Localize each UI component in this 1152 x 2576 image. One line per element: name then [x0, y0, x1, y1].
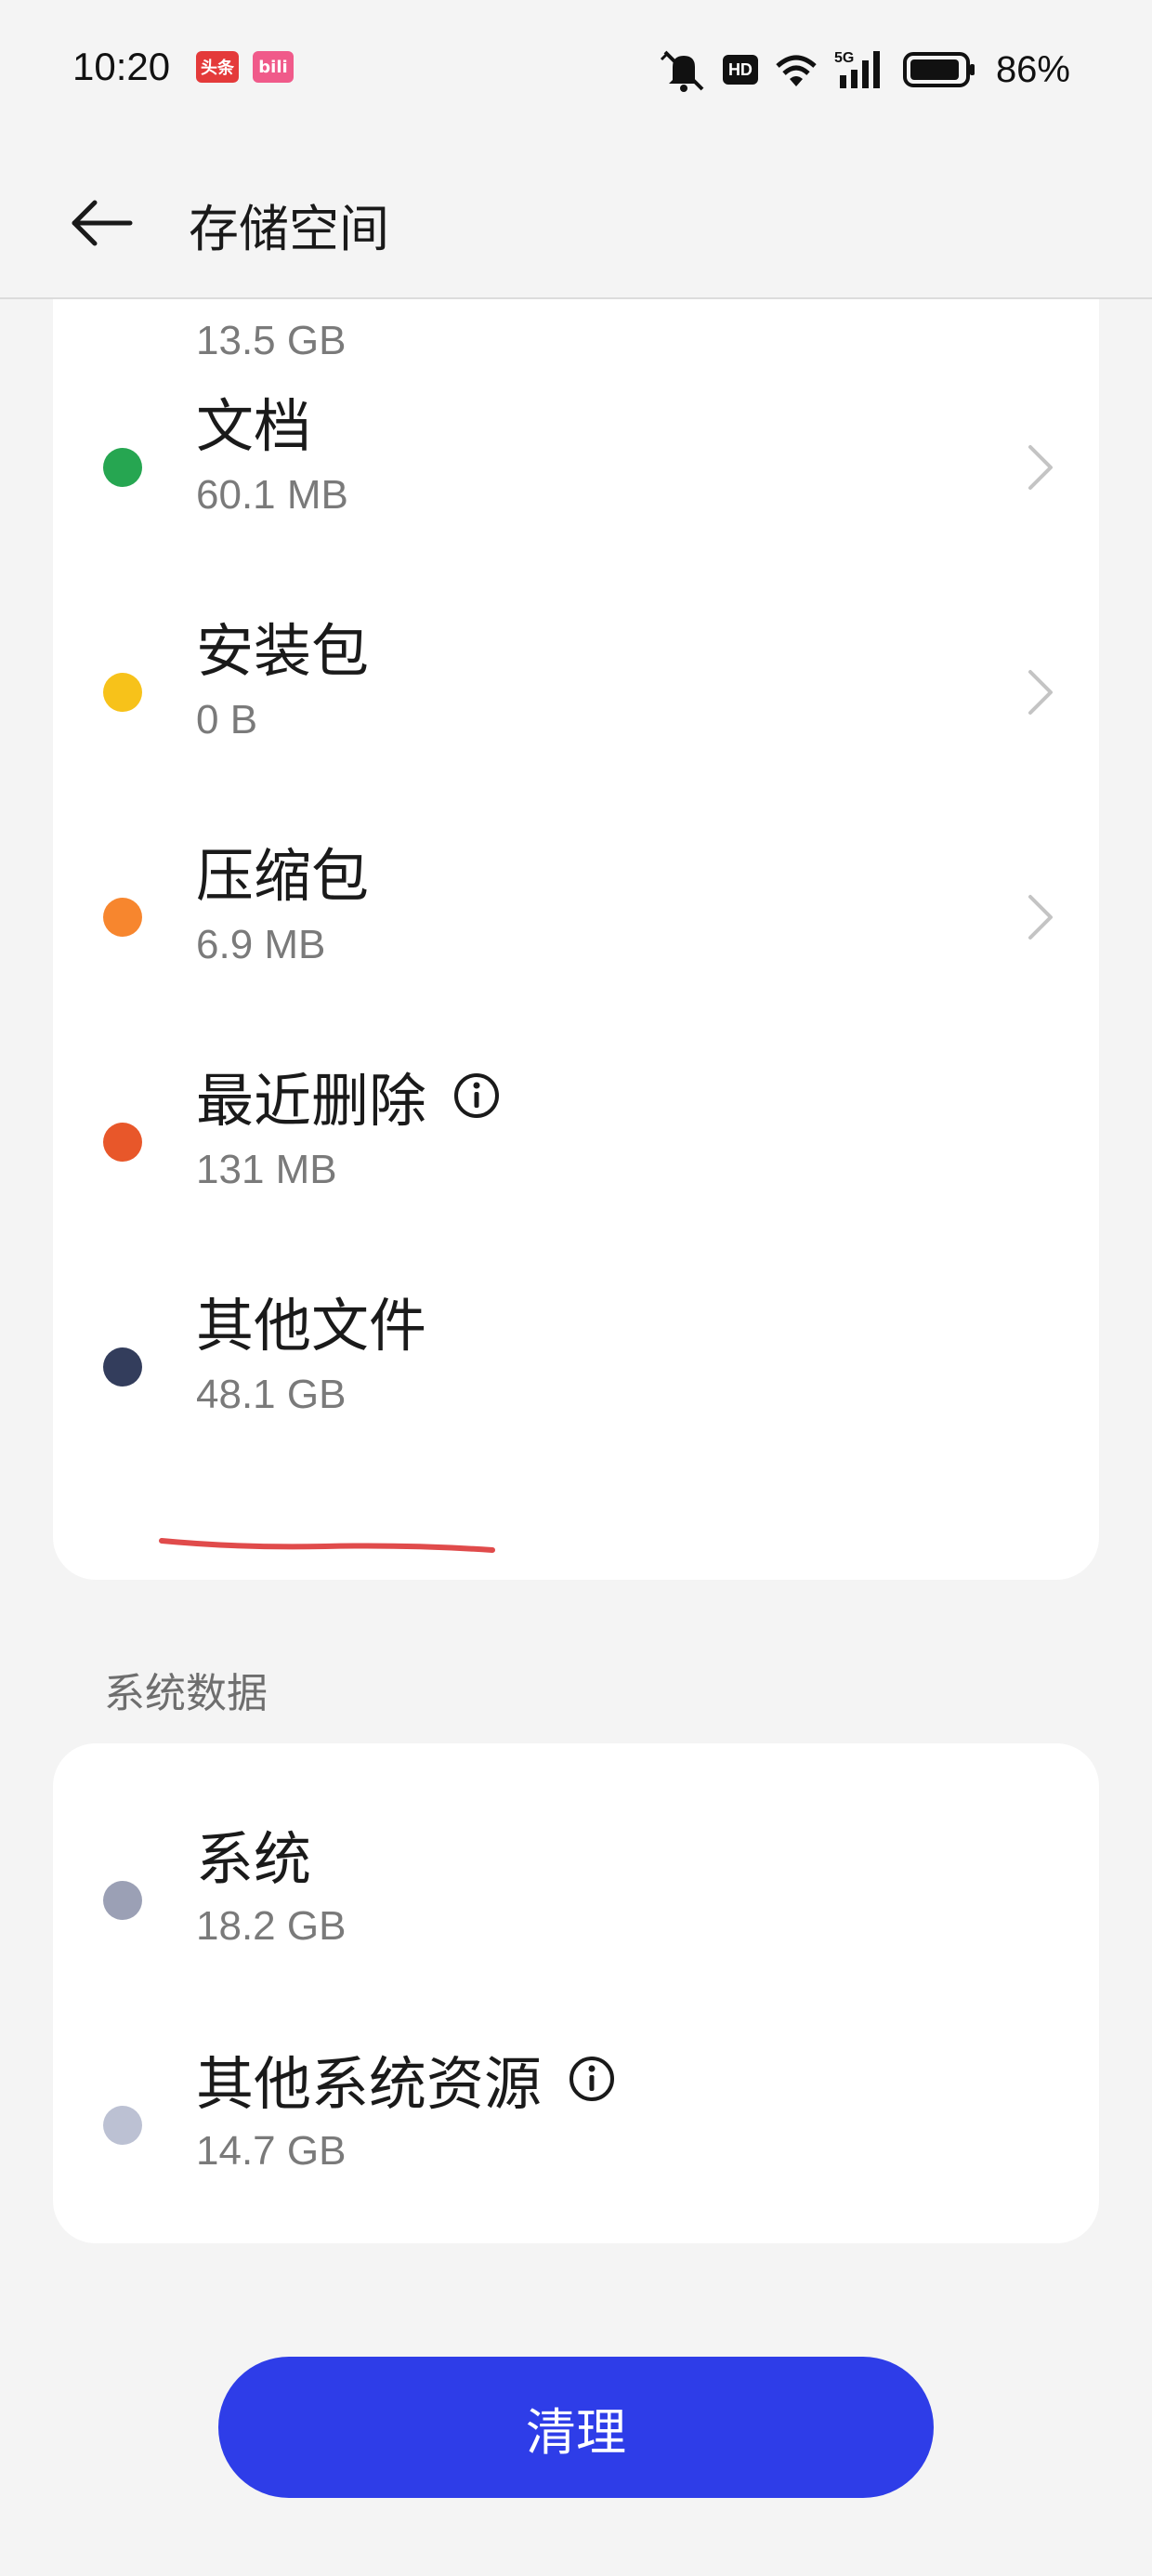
category-title: 系统 — [196, 1825, 312, 1893]
category-title: 其他文件 — [196, 1292, 427, 1360]
category-size: 131 MB — [196, 1147, 337, 1192]
wifi-icon — [776, 55, 817, 86]
category-color-dot — [103, 1347, 142, 1387]
red-underline-annotation — [159, 1538, 495, 1553]
category-title: 其他系统资源 — [196, 2037, 616, 2121]
file-category-row[interactable]: 最近删除 131 MB — [53, 998, 1099, 1223]
mute-bell-icon — [660, 50, 704, 92]
system-category-row[interactable]: 其他系统资源 14.7 GB — [53, 1968, 1099, 2193]
category-color-dot — [103, 2106, 142, 2145]
category-color-dot — [103, 448, 142, 487]
page-title: 存储空间 — [189, 200, 389, 258]
battery-icon — [902, 52, 975, 87]
file-category-row[interactable]: 其他文件 48.1 GB — [53, 1223, 1099, 1448]
category-title: 安装包 — [196, 617, 370, 685]
category-size: 60.1 MB — [196, 472, 348, 518]
system-data-card: 系统 18.2 GB 其他系统资源 14.7 GB — [53, 1743, 1099, 2243]
toutiao-app-icon: 头条 — [196, 51, 239, 83]
chevron-right-icon — [1028, 895, 1053, 940]
category-title: 压缩包 — [196, 842, 370, 910]
chevron-right-icon — [1028, 445, 1053, 490]
battery-percentage: 86% — [995, 48, 1070, 90]
info-icon[interactable] — [452, 1071, 501, 1120]
category-color-dot — [103, 1881, 142, 1920]
top-app-bar: 存储空间 — [0, 139, 1152, 299]
status-time: 10:20 — [72, 45, 171, 88]
clean-button[interactable]: 清理 — [218, 2357, 934, 2498]
category-size: 18.2 GB — [196, 1903, 347, 1949]
category-size: 0 B — [196, 697, 258, 743]
file-category-row[interactable]: 安装包 0 B — [53, 548, 1099, 773]
category-color-dot — [103, 898, 142, 937]
arrow-left-icon — [72, 200, 133, 246]
category-title: 文档 — [196, 392, 312, 460]
status-icons: HD 5G 86% — [658, 42, 1070, 98]
file-categories-card: 13.5 GB 文档 60.1 MB 安装包 0 B 压缩包 6.9 MB 最近… — [53, 232, 1099, 1580]
back-button[interactable] — [65, 186, 139, 260]
category-size: 48.1 GB — [196, 1372, 347, 1417]
file-category-row[interactable]: 压缩包 6.9 MB — [53, 773, 1099, 998]
category-title: 最近删除 — [196, 1054, 501, 1137]
category-size: 6.9 MB — [196, 922, 326, 967]
signal-5g-icon: 5G — [834, 50, 880, 88]
category-color-dot — [103, 1123, 142, 1162]
svg-text:5G: 5G — [834, 50, 854, 66]
info-icon[interactable] — [568, 2055, 616, 2103]
bilibili-app-icon: bili — [253, 51, 294, 83]
system-data-section-title: 系统数据 — [104, 1670, 268, 1717]
category-size: 14.7 GB — [196, 2128, 347, 2174]
category-color-dot — [103, 673, 142, 712]
system-category-row[interactable]: 系统 18.2 GB — [53, 1743, 1099, 1968]
file-category-row[interactable]: 文档 60.1 MB — [53, 323, 1099, 548]
chevron-right-icon — [1028, 670, 1053, 715]
hd-icon: HD — [722, 55, 758, 85]
